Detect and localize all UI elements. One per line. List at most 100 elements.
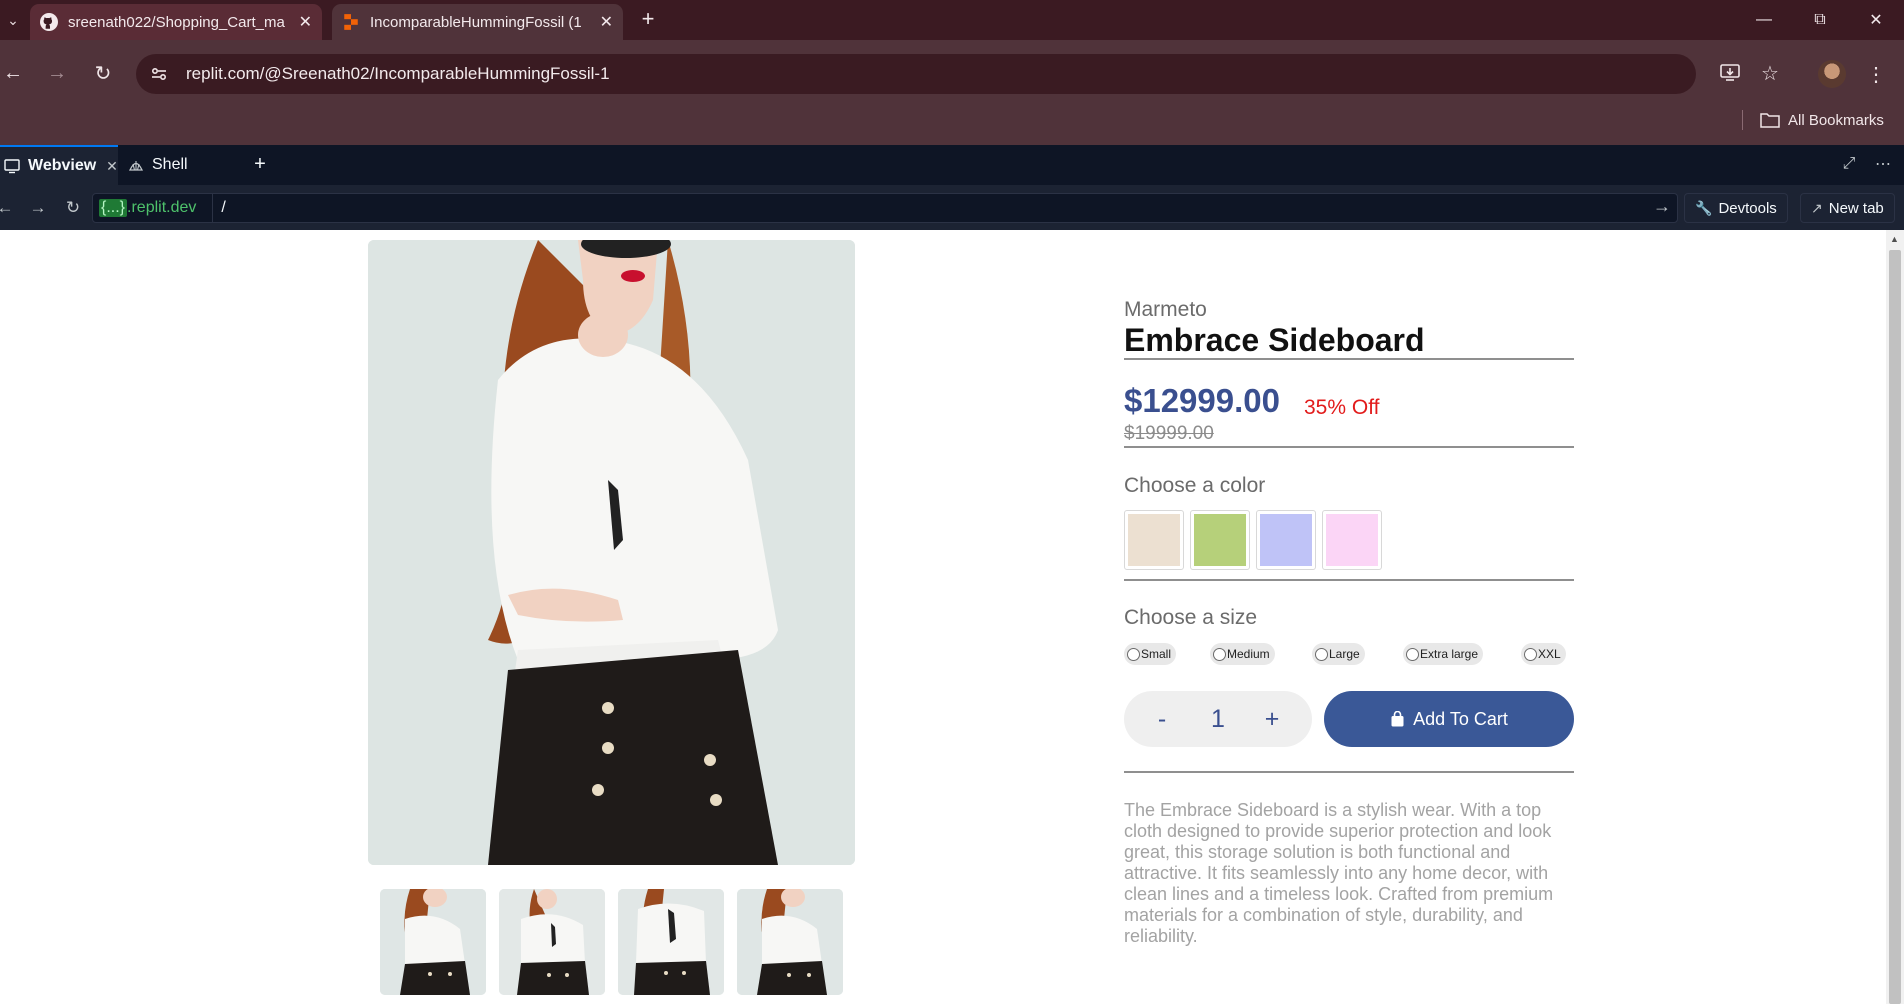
product-page: Marmeto Embrace Sideboard $12999.00 35% … <box>0 230 1886 1004</box>
product-vendor: Marmeto <box>1124 298 1207 321</box>
close-tab-icon[interactable]: ✕ <box>600 12 613 32</box>
webview-path: / <box>212 194 226 222</box>
domain-suffix: .replit.dev <box>127 199 197 216</box>
size-option-label: XXL <box>1538 647 1561 661</box>
thumbnail-image[interactable] <box>380 889 486 995</box>
thumbnail-image[interactable] <box>618 889 724 995</box>
tab-title: IncomparableHummingFossil (1 <box>370 13 582 31</box>
profile-avatar[interactable] <box>1818 60 1846 88</box>
bookmarks-divider <box>1742 110 1743 130</box>
close-window-icon[interactable]: ✕ <box>1848 4 1904 36</box>
browser-menu-icon[interactable]: ⋮ <box>1866 60 1886 88</box>
back-icon[interactable]: ← <box>0 60 26 86</box>
go-arrow-icon[interactable]: → <box>1653 196 1671 217</box>
bookmarks-bar <box>0 108 1904 145</box>
tab-title: sreenath022/Shopping_Cart_ma <box>68 13 285 31</box>
close-tab-icon[interactable]: ✕ <box>299 12 312 32</box>
tab-shell[interactable]: Shell <box>128 145 238 185</box>
install-app-icon[interactable] <box>1715 58 1745 88</box>
thumbnail-image[interactable] <box>499 889 605 995</box>
tab-shell-label: Shell <box>152 156 188 173</box>
divider <box>1124 579 1574 581</box>
size-option-small[interactable]: Small <box>1124 643 1177 665</box>
size-option-extra-large[interactable]: Extra large <box>1403 643 1484 665</box>
size-option-large[interactable]: Large <box>1312 643 1365 665</box>
restore-icon[interactable]: ⧉ <box>1792 4 1848 36</box>
main-product-image <box>368 240 855 865</box>
color-swatch[interactable] <box>1124 510 1184 570</box>
site-settings-icon[interactable] <box>144 59 174 89</box>
all-bookmarks-button[interactable]: All Bookmarks <box>1760 108 1884 132</box>
close-webview-tab-icon[interactable]: ✕ <box>106 158 118 175</box>
size-option-xxl[interactable]: XXL <box>1521 643 1566 665</box>
radio-button[interactable] <box>1127 647 1140 661</box>
address-bar[interactable]: replit.com/@Sreenath02/IncomparableHummi… <box>136 54 1696 94</box>
tab-search-icon[interactable]: ⌄ <box>2 8 24 32</box>
webview-reload-icon[interactable]: ↻ <box>62 196 84 220</box>
folder-icon <box>1760 113 1780 128</box>
product-description: The Embrace Sideboard is a stylish wear.… <box>1124 800 1554 946</box>
divider <box>1124 771 1574 773</box>
size-option-label: Large <box>1329 647 1360 661</box>
add-to-cart-button[interactable]: Add To Cart <box>1324 691 1574 747</box>
compare-price: $19999.00 <box>1124 423 1214 444</box>
shell-icon <box>128 161 144 171</box>
devtools-label: Devtools <box>1718 199 1777 217</box>
color-swatch[interactable] <box>1322 510 1382 570</box>
page-scrollbar[interactable]: ▲ <box>1886 230 1904 1004</box>
divider <box>1124 358 1574 360</box>
increase-quantity-button[interactable]: + <box>1260 691 1284 747</box>
color-swatch[interactable] <box>1256 510 1316 570</box>
divider <box>1124 446 1574 448</box>
devtools-button[interactable]: 🔧 Devtools <box>1684 193 1788 223</box>
color-swatch[interactable] <box>1190 510 1250 570</box>
more-options-icon[interactable]: ⋯ <box>1872 152 1894 176</box>
radio-button[interactable] <box>1315 647 1328 661</box>
webview-forward-icon[interactable]: → <box>27 196 49 220</box>
size-label: Choose a size <box>1124 606 1258 629</box>
color-label: Choose a color <box>1124 474 1266 497</box>
discount-badge: 35% Off <box>1304 396 1380 419</box>
quantity-stepper: - 1 + <box>1124 691 1312 747</box>
forward-icon[interactable]: → <box>44 60 70 86</box>
monitor-icon <box>4 159 20 174</box>
new-tab-label: New tab <box>1828 199 1884 217</box>
webview-url-field[interactable]: {...} .replit.dev / → <box>92 193 1678 223</box>
size-option-label: Small <box>1141 647 1172 661</box>
collapse-icon[interactable]: ⤢ <box>1838 152 1860 176</box>
tab-webview[interactable]: Webview ✕ <box>0 145 118 185</box>
domain-placeholder: {...} <box>99 199 128 217</box>
webview-domain: {...} .replit.dev <box>99 199 196 217</box>
new-tab-link-button[interactable]: ↗ New tab <box>1800 193 1895 223</box>
quantity-value: 1 <box>1211 704 1225 733</box>
add-to-cart-label: Add To Cart <box>1413 708 1508 729</box>
size-option-label: Medium <box>1227 647 1270 661</box>
shopping-bag-icon <box>1391 711 1404 727</box>
replit-pane-tabs <box>0 145 1904 185</box>
product-price: $12999.00 <box>1124 382 1280 419</box>
size-option-label: Extra large <box>1420 647 1479 661</box>
all-bookmarks-label: All Bookmarks <box>1788 111 1884 129</box>
wrench-icon: 🔧 <box>1695 199 1713 216</box>
thumbnail-image[interactable] <box>737 889 843 995</box>
tab-webview-label: Webview <box>28 157 97 174</box>
add-pane-tab-button[interactable]: + <box>250 150 270 178</box>
browser-tab-github[interactable]: sreenath022/Shopping_Cart_ma ✕ <box>30 4 322 40</box>
github-icon <box>40 13 58 31</box>
external-link-icon: ↗ <box>1811 199 1823 216</box>
product-title: Embrace Sideboard <box>1124 322 1425 358</box>
scrollbar-thumb[interactable] <box>1889 250 1901 1004</box>
reload-icon[interactable]: ↻ <box>90 60 116 86</box>
webview-back-icon[interactable]: ← <box>0 196 16 220</box>
radio-button[interactable] <box>1524 647 1537 661</box>
browser-tab-replit[interactable]: IncomparableHummingFossil (1 ✕ <box>332 4 623 40</box>
bookmark-star-icon[interactable]: ☆ <box>1755 58 1785 88</box>
url-text: replit.com/@Sreenath02/IncomparableHummi… <box>186 64 610 83</box>
minimize-icon[interactable]: — <box>1736 4 1792 36</box>
radio-button[interactable] <box>1406 647 1419 661</box>
scroll-up-icon[interactable]: ▲ <box>1890 234 1899 244</box>
radio-button[interactable] <box>1213 647 1226 661</box>
size-option-medium[interactable]: Medium <box>1210 643 1275 665</box>
new-tab-button[interactable]: + <box>635 6 661 32</box>
decrease-quantity-button[interactable]: - <box>1150 691 1174 747</box>
